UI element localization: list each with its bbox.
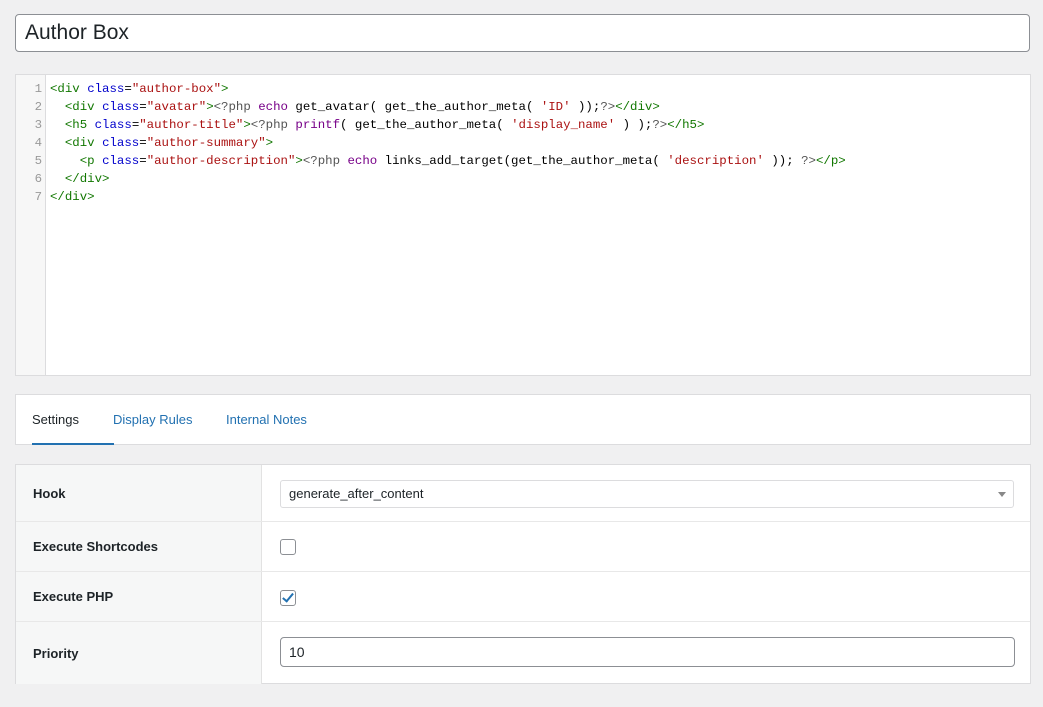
tab-bar: Settings Display Rules Internal Notes bbox=[15, 394, 1031, 445]
code-line: 5 <p class="author-description"><?php ec… bbox=[16, 152, 1016, 170]
line-number: 5 bbox=[34, 154, 42, 168]
tab-internal-notes[interactable]: Internal Notes bbox=[226, 395, 307, 445]
code-text: <div class="avatar"><?php echo get_avata… bbox=[64, 100, 660, 114]
code-text: </div> bbox=[50, 190, 95, 204]
caret-down-icon bbox=[998, 492, 1006, 497]
line-number: 7 bbox=[34, 190, 42, 204]
code-text: <div class="author-summary"> bbox=[64, 136, 274, 150]
line-number: 2 bbox=[34, 100, 42, 114]
priority-label: Priority bbox=[16, 622, 262, 684]
code-text: <p class="author-description"><?php echo… bbox=[79, 154, 846, 168]
tab-label: Settings bbox=[32, 412, 79, 427]
code-editor[interactable]: 1 <div class="author-box"> 2 <div class="a… bbox=[15, 74, 1031, 376]
tab-label: Internal Notes bbox=[226, 412, 307, 427]
code-line: 2 <div class="avatar"><?php echo get_ava… bbox=[16, 98, 1016, 116]
code-line: 3 <h5 class="author-title"><?php printf(… bbox=[16, 116, 1016, 134]
code-line: 7 </div> bbox=[16, 188, 1016, 206]
line-number: 1 bbox=[34, 82, 42, 96]
code-line: 1 <div class="author-box"> bbox=[16, 80, 1016, 98]
code-text: </div> bbox=[64, 172, 110, 186]
execute-php-label: Execute PHP bbox=[16, 572, 262, 621]
setting-row-hook: Hook generate_after_content bbox=[16, 465, 1030, 522]
execute-shortcodes-label: Execute Shortcodes bbox=[16, 522, 262, 571]
hook-select[interactable]: generate_after_content bbox=[280, 480, 1014, 508]
priority-input[interactable]: 10 bbox=[280, 637, 1015, 667]
code-text: <div class="author-box"> bbox=[50, 82, 229, 96]
line-number: 3 bbox=[34, 118, 42, 132]
code-line: 4 <div class="author-summary"> bbox=[16, 134, 1016, 152]
setting-row-execute-php: Execute PHP bbox=[16, 572, 1030, 622]
tab-label: Display Rules bbox=[113, 412, 193, 427]
checkmark-icon bbox=[282, 590, 294, 603]
tab-display-rules[interactable]: Display Rules bbox=[113, 395, 192, 445]
setting-row-execute-shortcodes: Execute Shortcodes bbox=[16, 522, 1030, 572]
settings-panel: Hook generate_after_content Execute Shor… bbox=[15, 464, 1031, 684]
hook-label: Hook bbox=[16, 465, 262, 521]
hook-select-value: generate_after_content bbox=[289, 486, 424, 501]
line-number: 4 bbox=[34, 136, 42, 150]
code-text: <h5 class="author-title"><?php printf( g… bbox=[64, 118, 705, 132]
execute-shortcodes-checkbox[interactable] bbox=[280, 539, 296, 555]
code-line: 6 </div> bbox=[16, 170, 1016, 188]
line-number: 6 bbox=[34, 172, 42, 186]
execute-php-checkbox[interactable] bbox=[280, 590, 296, 606]
tab-settings[interactable]: Settings bbox=[32, 395, 114, 445]
setting-row-priority: Priority 10 bbox=[16, 622, 1030, 684]
title-input[interactable]: Author Box bbox=[15, 14, 1030, 52]
